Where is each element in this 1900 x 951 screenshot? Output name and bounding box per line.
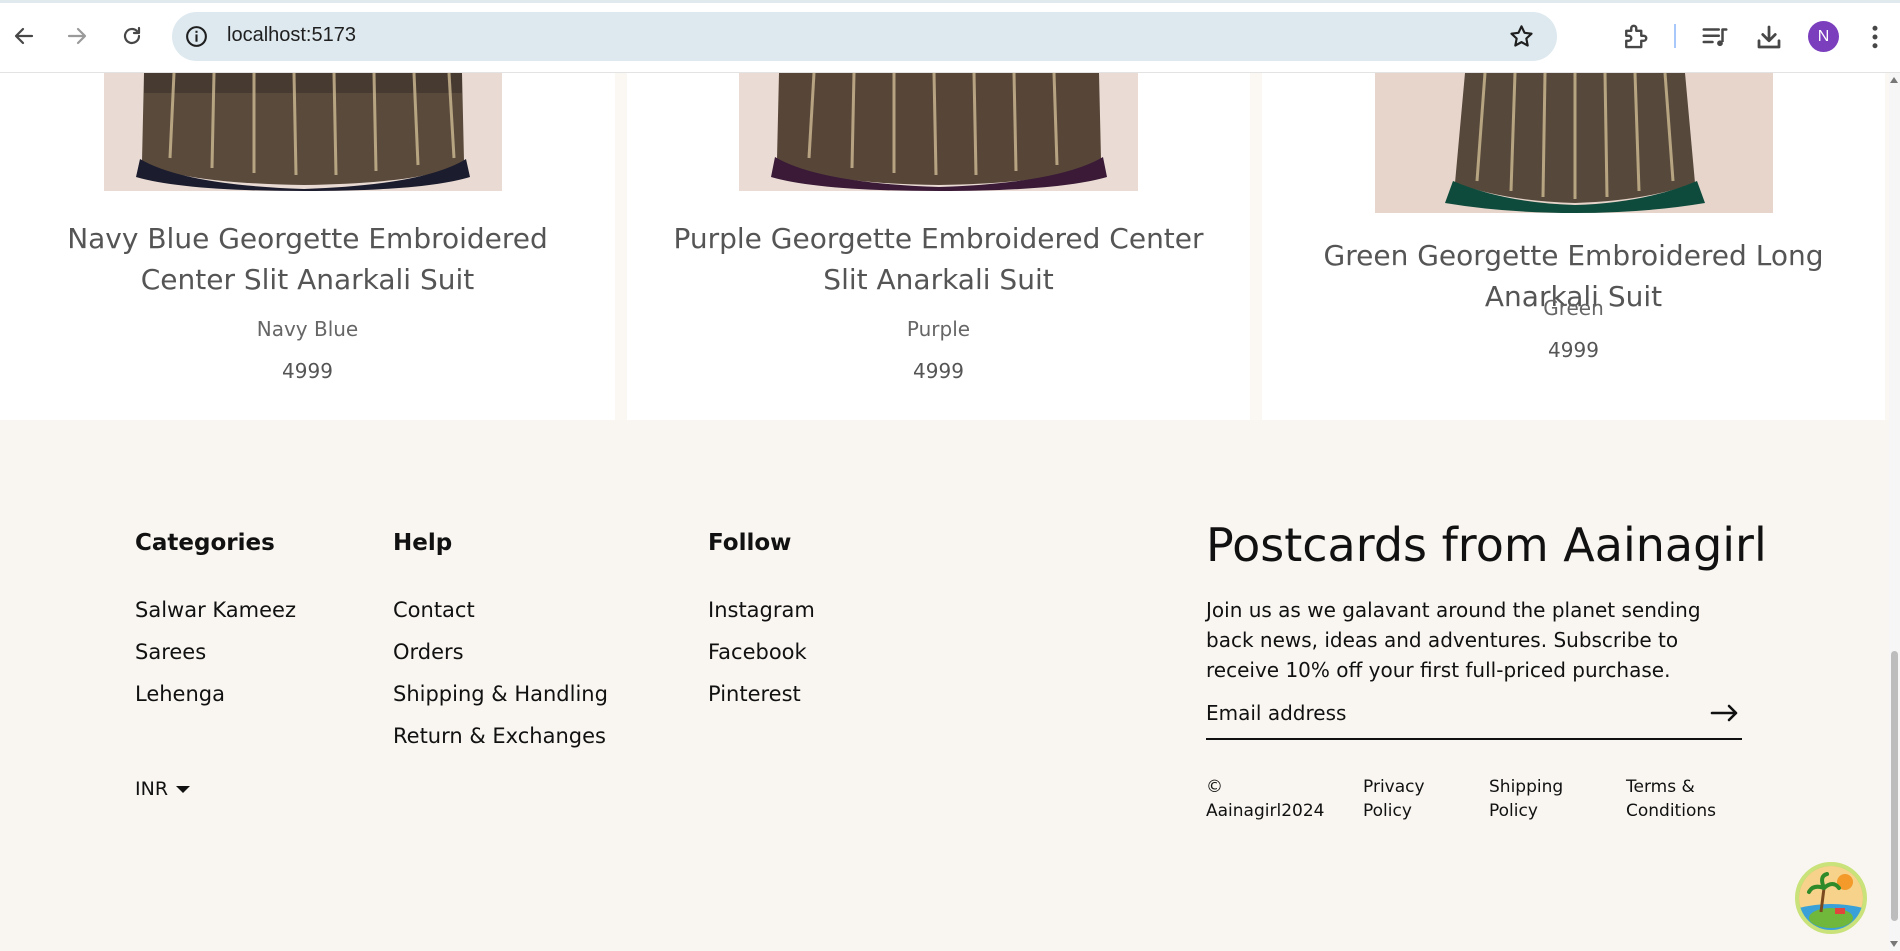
right-arrow-icon [1710,704,1738,722]
email-field[interactable] [1206,698,1676,728]
forward-arrow-icon [67,27,87,45]
product-color: Navy Blue [256,317,359,341]
toolbar-separator [1674,24,1676,48]
tab-strip-edge [0,0,1900,3]
anarkali-photo [1375,73,1773,213]
shipping-policy-link[interactable]: Shipping Policy [1489,775,1579,823]
product-image[interactable] [739,73,1138,191]
anarkali-photo [739,73,1138,191]
product-image[interactable] [104,73,502,191]
floating-chat-badge[interactable] [1795,862,1867,934]
privacy-policy-link[interactable]: Privacy Policy [1363,775,1443,823]
product-color: Green [1543,296,1604,320]
link-shipping-handling[interactable]: Shipping & Handling [393,682,608,706]
browser-toolbar: localhost:5173 N [0,0,1900,73]
product-card[interactable]: Navy Blue Georgette Embroidered Center S… [0,73,615,420]
newsletter-title: Postcards from Aainagirl [1206,518,1767,572]
product-price: 4999 [1548,338,1599,362]
currency-selector[interactable]: INR [135,778,191,800]
product-image[interactable] [1375,73,1773,213]
link-pinterest[interactable]: Pinterest [708,682,801,706]
page-viewport: Navy Blue Georgette Embroidered Center S… [0,73,1889,951]
anarkali-photo [104,73,502,191]
site-footer: Categories Salwar Kameez Sarees Lehenga … [0,420,1889,951]
info-icon[interactable] [184,24,209,49]
newsletter-description: Join us as we galavant around the planet… [1206,598,1701,682]
product-grid: Navy Blue Georgette Embroidered Center S… [0,73,1889,420]
link-sarees[interactable]: Sarees [135,640,206,664]
forward-button[interactable] [61,20,93,52]
newsletter-form [1206,690,1742,740]
scroll-up-arrow[interactable] [1890,77,1898,83]
star-icon[interactable] [1508,23,1535,50]
link-return-exchanges[interactable]: Return & Exchanges [393,724,606,748]
scroll-down-arrow[interactable] [1890,941,1898,947]
url-text[interactable]: localhost:5173 [227,24,356,47]
caret-down-icon [176,785,191,793]
link-orders[interactable]: Orders [393,640,464,664]
product-price: 4999 [913,359,964,383]
product-card[interactable]: Purple Georgette Embroidered Center Slit… [627,73,1250,420]
currency-label: INR [135,778,169,800]
subscribe-button[interactable] [1708,698,1742,728]
product-title[interactable]: Purple Georgette Embroidered Center Slit… [647,218,1230,300]
puzzle-icon[interactable] [1620,22,1650,52]
media-queue-icon[interactable] [1700,22,1730,52]
beach-logo-icon [1799,866,1863,930]
scroll-thumb[interactable] [1891,651,1898,921]
categories-heading: Categories [135,530,275,556]
terms-conditions-link[interactable]: Terms & Conditions [1626,775,1726,823]
follow-heading: Follow [708,530,792,556]
download-icon[interactable] [1754,22,1784,52]
help-heading: Help [393,530,453,556]
kebab-menu-icon[interactable] [1860,22,1890,52]
profile-avatar[interactable]: N [1808,21,1839,52]
address-bar[interactable]: localhost:5173 [172,12,1557,61]
link-salwar-kameez[interactable]: Salwar Kameez [135,598,296,622]
back-button[interactable] [8,20,40,52]
back-arrow-icon [14,27,34,45]
product-card[interactable]: Green Georgette Embroidered Long Anarkal… [1262,73,1885,420]
reload-icon [123,26,141,45]
product-color: Purple [906,317,971,341]
link-instagram[interactable]: Instagram [708,598,815,622]
product-price: 4999 [282,359,333,383]
link-lehenga[interactable]: Lehenga [135,682,225,706]
reload-button[interactable] [116,20,148,52]
link-facebook[interactable]: Facebook [708,640,807,664]
copyright-text: © Aainagirl2024 [1206,777,1325,821]
link-contact[interactable]: Contact [393,598,475,622]
product-title[interactable]: Navy Blue Georgette Embroidered Center S… [20,218,595,300]
page-scrollbar[interactable] [1889,73,1900,951]
